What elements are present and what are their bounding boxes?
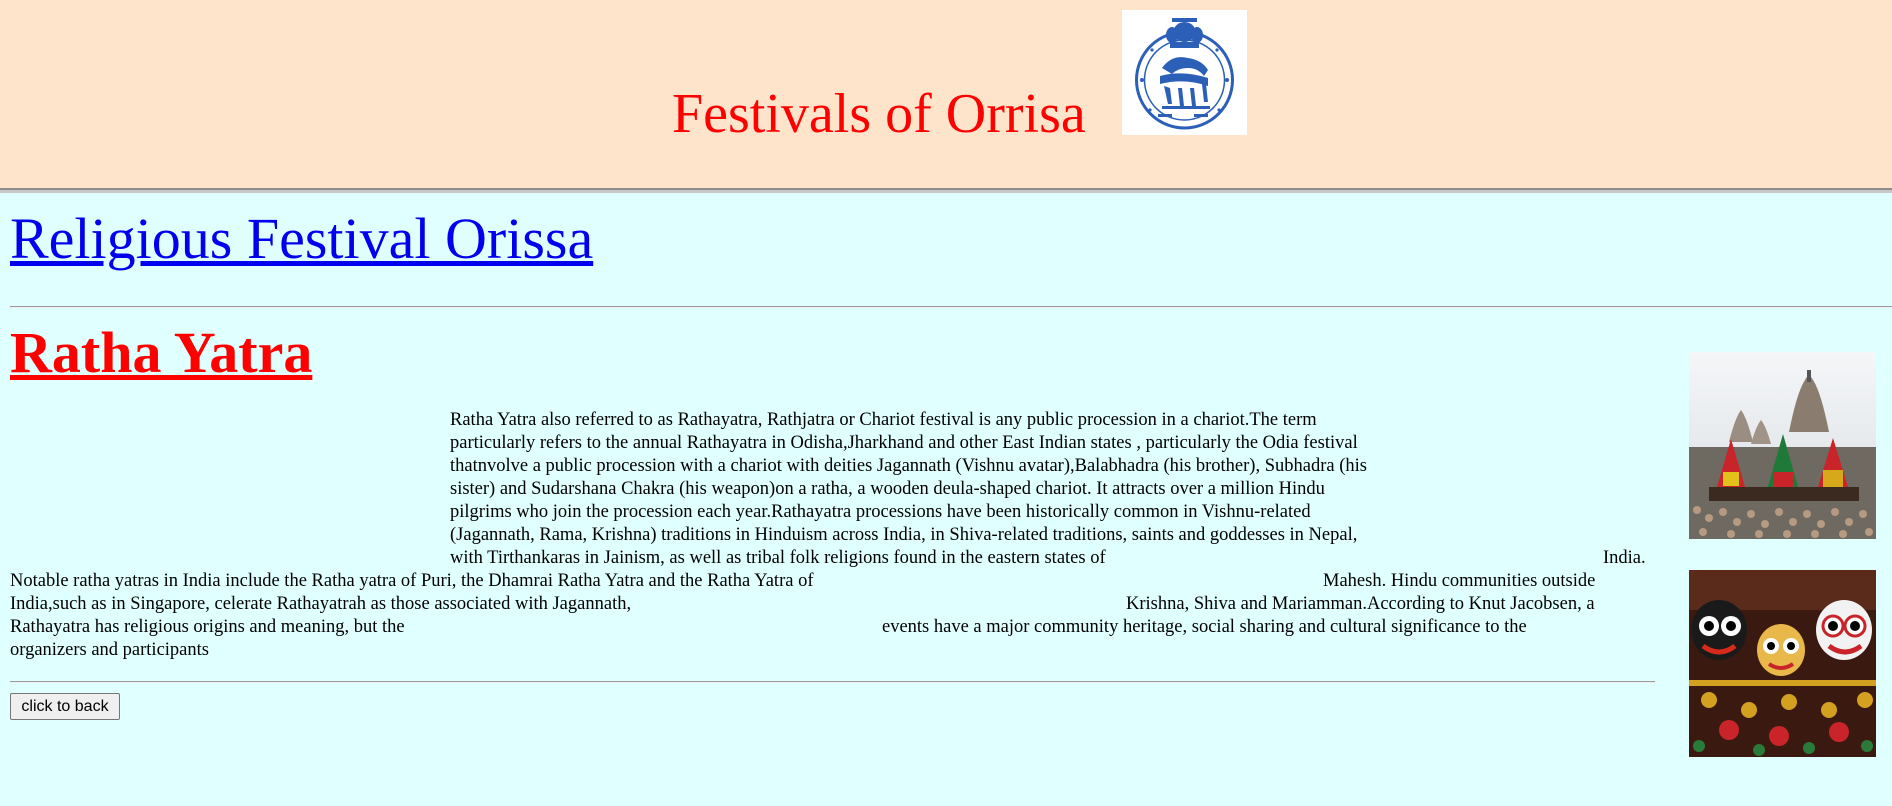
article-line: events have a major community heritage, …	[882, 617, 1527, 637]
article-line: India,such as in Singapore, celerate Rat…	[10, 594, 632, 614]
article-line: particularly refers to the annual Rathay…	[450, 433, 1358, 453]
page-header: Festivals of Orrisa	[0, 0, 1892, 188]
article-line: thatnvolve a public procession with a ch…	[450, 456, 1367, 476]
jagannath-deities-photo	[1689, 570, 1876, 757]
article-title: Ratha Yatra	[10, 320, 313, 385]
article-line: organizers and participants	[10, 640, 209, 660]
article-line: pilgrims who join the procession each ye…	[450, 502, 1311, 522]
odisha-state-emblem-icon	[1122, 10, 1247, 135]
content-divider	[10, 681, 1655, 683]
section-divider	[10, 306, 1892, 308]
header-title: Festivals of Orrisa	[672, 83, 1086, 145]
header-divider	[0, 188, 1892, 193]
article-line: Mahesh. Hindu communities outside	[1323, 571, 1596, 591]
back-button[interactable]: click to back	[10, 693, 120, 720]
religious-festival-link[interactable]: Religious Festival Orissa	[10, 206, 593, 272]
article-line: Ratha Yatra also referred to as Rathayat…	[450, 410, 1317, 430]
article-line: Notable ratha yatras in India include th…	[10, 571, 814, 591]
article-line: sister) and Sudarshana Chakra (his weapo…	[450, 479, 1325, 499]
article-line: with Tirthankaras in Jainism, as well as…	[450, 548, 1106, 568]
article-line: Rathayatra has religious origins and mea…	[10, 617, 405, 637]
article-line: (Jagannath, Rama, Krishna) traditions in…	[450, 525, 1358, 545]
article-line: India.	[1603, 548, 1646, 568]
chariots-at-puri-temple-photo	[1689, 352, 1876, 539]
article-line: Krishna, Shiva and Mariamman.According t…	[1126, 594, 1595, 614]
